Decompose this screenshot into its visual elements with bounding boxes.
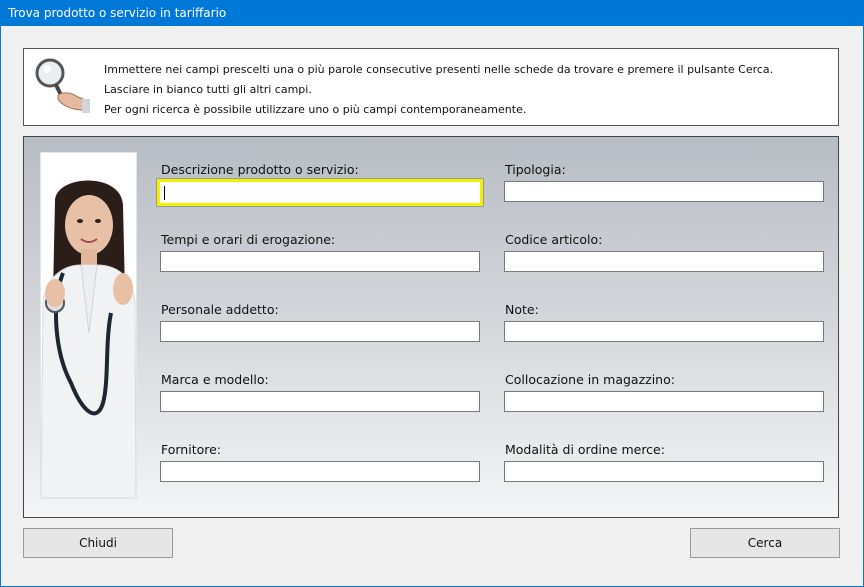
- marca-input[interactable]: [160, 391, 480, 412]
- instruction-line: Per ogni ricerca è possibile utilizzare …: [104, 103, 527, 116]
- search-fields-panel: Descrizione prodotto o servizio: Tempi e…: [23, 136, 839, 518]
- label-descrizione: Descrizione prodotto o servizio:: [161, 162, 359, 177]
- label-tempi: Tempi e orari di erogazione:: [161, 232, 336, 247]
- label-marca: Marca e modello:: [161, 372, 269, 387]
- fornitore-input[interactable]: [160, 461, 480, 482]
- label-collocazione: Collocazione in magazzino:: [505, 372, 675, 387]
- label-tipologia: Tipologia:: [505, 162, 566, 177]
- collocazione-input[interactable]: [504, 391, 824, 412]
- personale-input[interactable]: [160, 321, 480, 342]
- magnifier-hand-icon: [35, 58, 90, 113]
- label-personale: Personale addetto:: [161, 302, 279, 317]
- doctor-photo: [40, 152, 137, 499]
- title-bar: Trova prodotto o servizio in tariffario: [0, 0, 864, 26]
- instruction-line: Immettere nei campi prescelti una o più …: [104, 63, 774, 76]
- instructions-box: Immettere nei campi prescelti una o più …: [23, 48, 839, 126]
- note-input[interactable]: [504, 321, 824, 342]
- tipologia-input[interactable]: [504, 181, 824, 202]
- instruction-line: Lasciare in bianco tutti gli altri campi…: [104, 83, 312, 96]
- descrizione-input[interactable]: [156, 178, 484, 207]
- text-caret: [164, 186, 165, 200]
- label-modalita: Modalità di ordine merce:: [505, 442, 665, 457]
- codice-input[interactable]: [504, 251, 824, 272]
- tempi-input[interactable]: [160, 251, 480, 272]
- label-codice: Codice articolo:: [505, 232, 603, 247]
- modalita-input[interactable]: [504, 461, 824, 482]
- dialog-window: Immettere nei campi prescelti una o più …: [1, 26, 863, 586]
- search-button[interactable]: Cerca: [690, 528, 840, 558]
- close-button[interactable]: Chiudi: [23, 528, 173, 558]
- label-note: Note:: [505, 302, 539, 317]
- window-title: Trova prodotto o servizio in tariffario: [8, 6, 227, 20]
- label-fornitore: Fornitore:: [161, 442, 222, 457]
